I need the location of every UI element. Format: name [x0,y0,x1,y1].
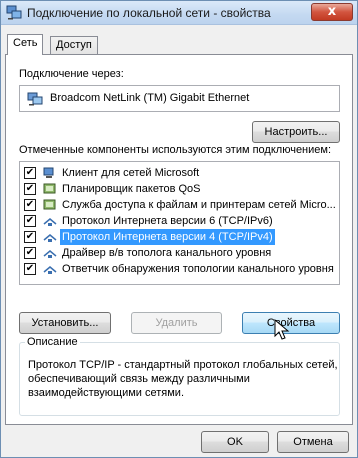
properties-dialog: Подключение по локальной сети - свойства… [0,0,358,458]
components-list[interactable]: ✔ Клиент для сетей Microsoft ✔ Планировщ… [19,161,340,285]
checkbox[interactable]: ✔ [24,199,36,211]
component-name: Протокол Интернета версии 6 (TCP/IPv6) [62,215,273,227]
configure-button-label: Настроить... [264,126,328,138]
checkbox[interactable]: ✔ [24,247,36,259]
network-client-icon [43,167,54,178]
title-bar[interactable]: Подключение по локальной сети - свойства… [1,1,357,25]
cancel-button-label: Отмена [293,436,333,448]
component-name: Ответчик обнаружения топологии канальног… [62,263,334,275]
network-tab-panel: Подключение через: Broadcom NetLink (TM)… [5,54,353,425]
components-label: Отмеченные компоненты используются этим … [19,144,332,156]
list-item[interactable]: ✔ Клиент для сетей Microsoft [22,165,337,181]
network-service-icon [43,183,56,194]
protocol-icon [43,234,57,242]
list-item-selected[interactable]: ✔ Протокол Интернета версии 4 (TCP/IPv4) [22,229,337,245]
connect-via-label: Подключение через: [19,68,124,80]
list-item[interactable]: ✔ Планировщик пакетов QoS [22,181,337,197]
checkbox[interactable]: ✔ [24,167,36,179]
ok-button-label: OK [227,436,243,448]
tab-sharing[interactable]: Доступ [50,36,98,55]
configure-button[interactable]: Настроить... [252,121,340,143]
network-connection-icon [6,5,22,20]
component-name: Служба доступа к файлам и принтерам сете… [62,199,336,211]
network-service-icon [43,199,56,210]
checkbox[interactable]: ✔ [24,263,36,275]
checkbox[interactable]: ✔ [24,231,36,243]
list-item[interactable]: ✔ Ответчик обнаружения топологии канальн… [22,261,337,277]
component-name: Протокол Интернета версии 4 (TCP/IPv4) [60,229,275,245]
list-item[interactable]: ✔ Служба доступа к файлам и принтерам се… [22,197,337,213]
close-button[interactable]: x [311,3,353,21]
tab-network-label: Сеть [13,37,38,49]
properties-button[interactable]: Свойства [242,312,340,334]
protocol-icon [43,250,57,258]
tab-network[interactable]: Сеть [7,34,44,55]
list-item[interactable]: ✔ Драйвер в/в тополога канального уровня [22,245,337,261]
ok-button[interactable]: OK [201,431,269,453]
network-adapter-icon [27,92,43,106]
protocol-icon [43,266,57,274]
remove-button[interactable]: Удалить [131,312,222,334]
component-name: Планировщик пакетов QoS [62,183,201,195]
adapter-name: Broadcom NetLink (TM) Gigabit Ethernet [50,92,250,104]
cancel-button[interactable]: Отмена [277,431,349,453]
description-text: Протокол TCP/IP - стандартный протокол г… [28,359,338,399]
protocol-icon [43,218,57,226]
component-name: Клиент для сетей Microsoft [62,167,200,179]
tab-sharing-label: Доступ [56,39,92,51]
window-title: Подключение по локальной сети - свойства [27,6,271,20]
remove-button-label: Удалить [155,317,198,329]
install-button[interactable]: Установить... [19,312,111,334]
list-item[interactable]: ✔ Протокол Интернета версии 6 (TCP/IPv6) [22,213,337,229]
mouse-cursor-icon [274,319,290,340]
install-button-label: Установить... [31,317,99,329]
checkbox[interactable]: ✔ [24,183,36,195]
checkbox[interactable]: ✔ [24,215,36,227]
adapter-box: Broadcom NetLink (TM) Gigabit Ethernet [19,85,340,112]
component-name: Драйвер в/в тополога канального уровня [62,247,272,259]
description-group: Описание Протокол TCP/IP - стандартный п… [19,336,340,416]
description-legend: Описание [27,336,78,348]
